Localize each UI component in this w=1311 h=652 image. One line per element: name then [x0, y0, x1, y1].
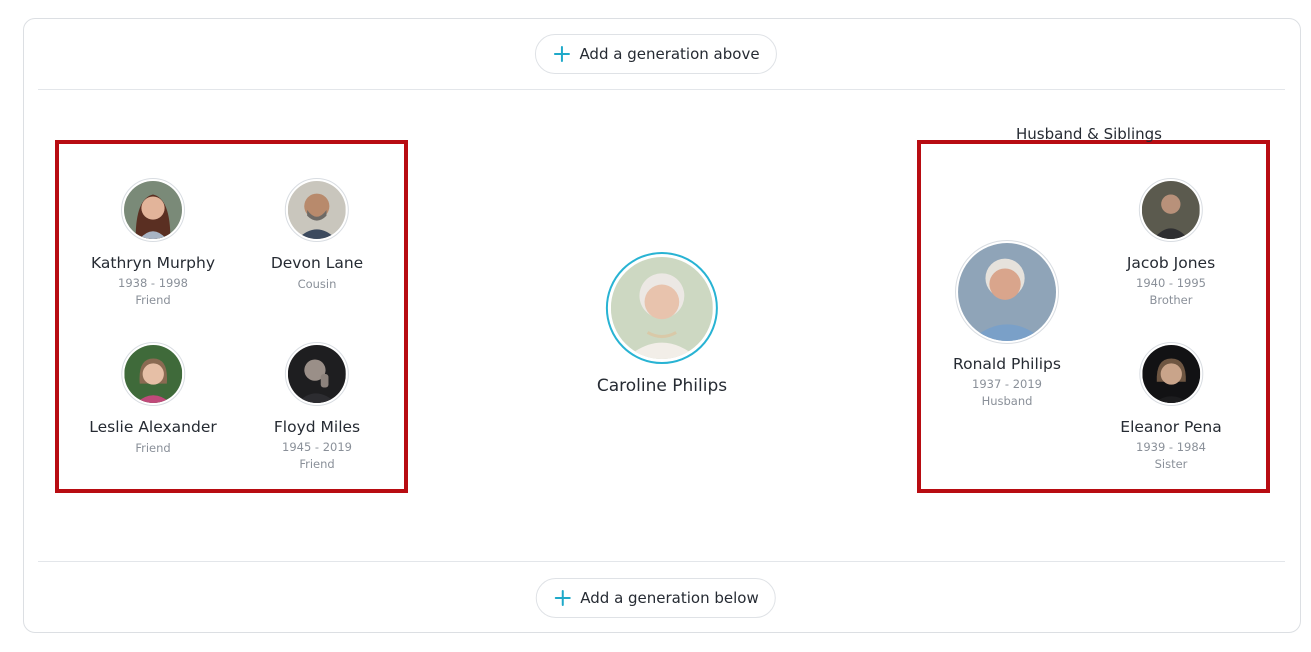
husband-siblings-title: Husband & Siblings: [1016, 125, 1162, 143]
person-dates: 1939 - 1984: [1136, 440, 1206, 454]
person-relation: Friend: [135, 441, 171, 455]
person-relation: Friend: [299, 457, 335, 471]
person-dates: 1937 - 2019: [972, 377, 1042, 391]
person-name: Eleanor Pena: [1120, 418, 1222, 436]
person-card-ronald-philips[interactable]: Ronald Philips 1937 - 2019 Husband: [953, 240, 1061, 410]
person-relation: Husband: [981, 394, 1033, 408]
person-name: Jacob Jones: [1126, 254, 1216, 272]
person-name: Devon Lane: [270, 254, 364, 272]
person-dates: 1938 - 1998: [118, 276, 188, 290]
plus-icon: [554, 590, 571, 606]
add-generation-above-label: Add a generation above: [579, 45, 760, 63]
bottom-divider: [38, 561, 1285, 562]
add-generation-above-button[interactable]: Add a generation above: [534, 34, 777, 74]
person-card-devon-lane[interactable]: Devon Lane Cousin: [271, 178, 363, 293]
person-dates: 1940 - 1995: [1136, 276, 1206, 290]
avatar: [121, 342, 185, 406]
person-relation: Cousin: [297, 277, 337, 291]
person-card-jacob-jones[interactable]: Jacob Jones 1940 - 1995 Brother: [1127, 178, 1215, 309]
person-card-floyd-miles[interactable]: Floyd Miles 1945 - 2019 Friend: [274, 342, 360, 473]
avatar: [1139, 342, 1203, 406]
person-card-caroline-philips[interactable]: Caroline Philips: [597, 252, 727, 396]
person-name: Kathryn Murphy: [91, 254, 215, 272]
avatar: [285, 178, 349, 242]
avatar: [605, 252, 718, 364]
person-name: Floyd Miles: [273, 418, 361, 436]
person-card-eleanor-pena[interactable]: Eleanor Pena 1939 - 1984 Sister: [1120, 342, 1222, 473]
person-name: Ronald Philips: [953, 355, 1061, 373]
person-dates: 1945 - 2019: [282, 440, 352, 454]
person-name: Caroline Philips: [596, 376, 728, 396]
top-divider: [38, 89, 1285, 90]
person-relation: Friend: [135, 293, 171, 307]
person-relation: Sister: [1154, 457, 1188, 471]
person-card-leslie-alexander[interactable]: Leslie Alexander Friend: [89, 342, 217, 457]
avatar: [955, 240, 1059, 344]
add-generation-below-label: Add a generation below: [580, 589, 759, 607]
avatar: [121, 178, 185, 242]
person-relation: Brother: [1149, 293, 1193, 307]
add-generation-below-button[interactable]: Add a generation below: [535, 578, 776, 618]
person-name: Leslie Alexander: [89, 418, 217, 436]
person-card-kathryn-murphy[interactable]: Kathryn Murphy 1938 - 1998 Friend: [91, 178, 215, 309]
avatar: [285, 342, 349, 406]
plus-icon: [553, 46, 570, 62]
avatar: [1139, 178, 1203, 242]
